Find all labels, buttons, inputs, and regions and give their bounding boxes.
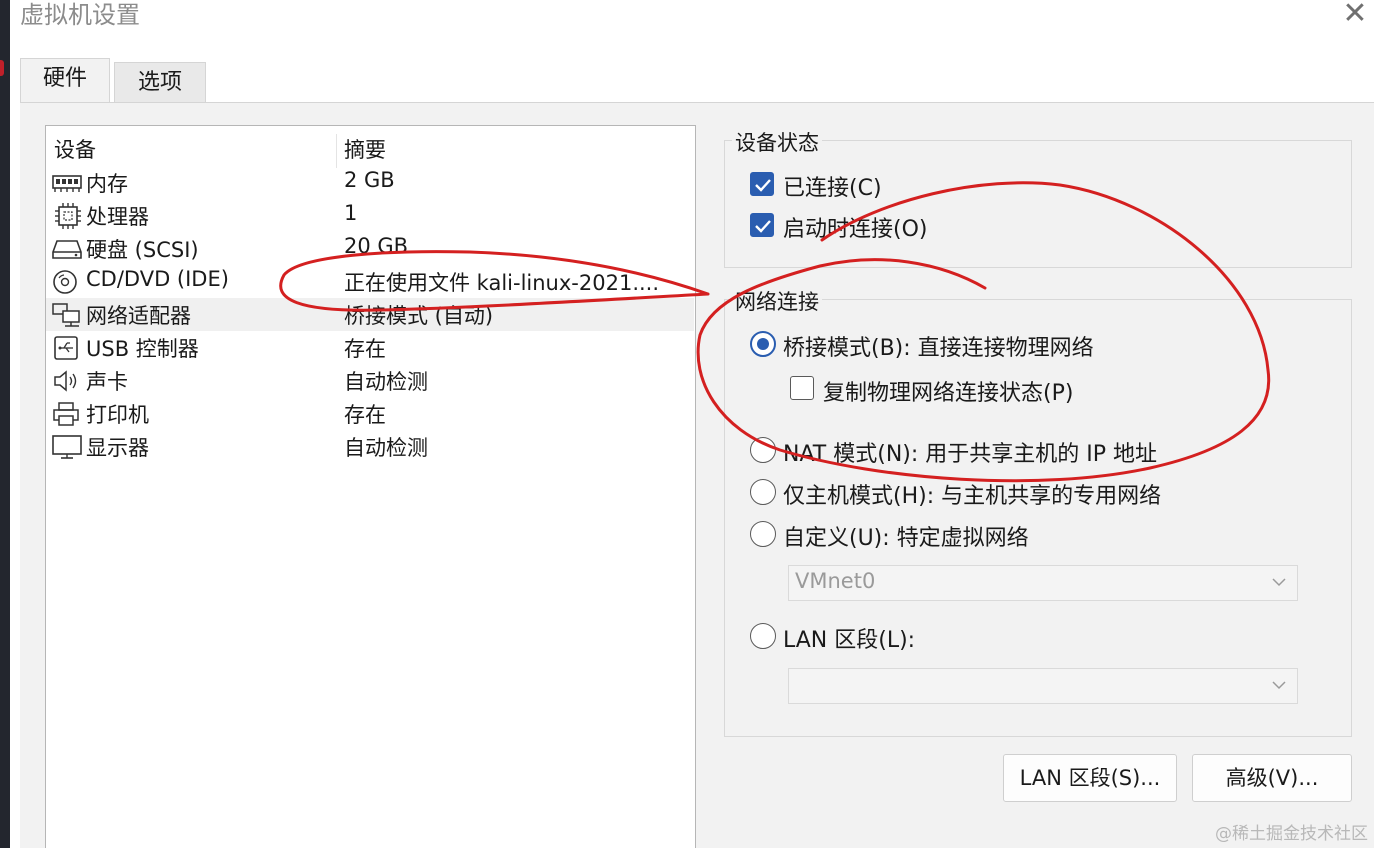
lan-segment-radio[interactable]: [750, 623, 776, 649]
edge-marker: [0, 60, 4, 76]
hard-disk-icon: [52, 240, 82, 259]
connect-at-power-on-checkbox[interactable]: [750, 213, 774, 237]
cd-dvd-icon: [53, 270, 77, 294]
processor-icon: [55, 203, 81, 229]
network-adapter-icon: [52, 303, 80, 327]
tab-options[interactable]: 选项: [114, 62, 206, 102]
nat-label[interactable]: NAT 模式(N): 用于共享主机的 IP 地址: [783, 436, 1157, 468]
device-name: 显示器: [86, 436, 149, 460]
device-name: 网络适配器: [86, 304, 191, 328]
bridged-radio[interactable]: [750, 331, 776, 357]
device-summary: 桥接模式 (自动): [344, 304, 494, 328]
column-header-summary[interactable]: 摘要: [344, 134, 386, 164]
device-summary: 正在使用文件 kali-linux-2021....: [344, 271, 660, 295]
device-row-memory[interactable]: 内存 2 GB: [46, 166, 694, 199]
tab-hardware[interactable]: 硬件: [20, 58, 110, 102]
device-row-display[interactable]: 显示器 自动检测: [46, 430, 694, 463]
device-name: 内存: [86, 172, 128, 196]
host-only-radio[interactable]: [750, 479, 776, 505]
host-only-label[interactable]: 仅主机模式(H): 与主机共享的专用网络: [783, 478, 1161, 510]
title-bar: 虚拟机设置 ✕: [10, 0, 1374, 38]
replicate-state-checkbox[interactable]: [790, 376, 814, 400]
device-status-title: 设备状态: [732, 127, 822, 157]
background-window-edge: [0, 0, 10, 848]
device-list[interactable]: 设备 摘要 内存 2 GB 处理器 1 硬盘 (SCSI) 20 GB CD/D…: [45, 125, 696, 848]
device-row-hard-disk[interactable]: 硬盘 (SCSI) 20 GB: [46, 232, 694, 265]
device-summary: 2 GB: [344, 168, 395, 192]
column-header-device[interactable]: 设备: [54, 134, 96, 164]
network-connection-title: 网络连接: [732, 286, 822, 316]
device-summary: 存在: [344, 403, 386, 427]
custom-network-select[interactable]: VMnet0: [788, 565, 1298, 601]
device-row-sound-card[interactable]: 声卡 自动检测: [46, 364, 694, 397]
printer-icon: [53, 402, 79, 426]
chevron-down-icon: [1272, 681, 1286, 690]
speaker-icon: [54, 370, 77, 392]
check-icon: [755, 179, 771, 192]
device-summary: 自动检测: [344, 370, 428, 394]
chevron-down-icon: [1272, 578, 1286, 587]
custom-radio[interactable]: [750, 521, 776, 547]
bridged-label[interactable]: 桥接模式(B): 直接连接物理网络: [783, 330, 1094, 362]
device-name: 打印机: [86, 403, 149, 427]
lan-segment-select[interactable]: [788, 668, 1298, 704]
device-summary: 1: [344, 201, 358, 225]
custom-label[interactable]: 自定义(U): 特定虚拟网络: [783, 520, 1029, 552]
connected-label[interactable]: 已连接(C): [783, 170, 882, 202]
column-separator[interactable]: [336, 134, 337, 168]
connect-at-power-on-label[interactable]: 启动时连接(O): [783, 211, 927, 243]
device-row-cd-dvd[interactable]: CD/DVD (IDE) 正在使用文件 kali-linux-2021....: [46, 265, 694, 298]
check-icon: [755, 220, 771, 233]
device-status-group: [724, 140, 1352, 268]
device-row-processor[interactable]: 处理器 1: [46, 199, 694, 232]
watermark: @稀土掘金技术社区: [1215, 824, 1368, 844]
monitor-icon: [52, 435, 82, 459]
device-name: 处理器: [86, 205, 149, 229]
vm-settings-window: 虚拟机设置 ✕ 硬件 选项 设备 摘要 内存 2 GB 处理器 1 硬盘 (SC…: [0, 0, 1374, 848]
device-row-usb-controller[interactable]: USB 控制器 存在: [46, 331, 694, 364]
lan-segments-button[interactable]: LAN 区段(S)...: [1003, 754, 1177, 802]
device-summary: 自动检测: [344, 436, 428, 460]
device-row-printer[interactable]: 打印机 存在: [46, 397, 694, 430]
connected-checkbox[interactable]: [750, 172, 774, 196]
device-name: 硬盘 (SCSI): [86, 238, 199, 262]
custom-network-value: VMnet0: [795, 569, 876, 593]
nat-radio[interactable]: [750, 437, 776, 463]
device-name: 声卡: [86, 370, 128, 394]
device-summary: 20 GB: [344, 234, 409, 258]
close-icon[interactable]: ✕: [1340, 0, 1370, 30]
device-name: USB 控制器: [86, 337, 199, 361]
replicate-state-label[interactable]: 复制物理网络连接状态(P): [823, 375, 1073, 407]
memory-icon: [52, 175, 82, 192]
device-name: CD/DVD (IDE): [86, 267, 229, 291]
device-summary: 存在: [344, 337, 386, 361]
window-title: 虚拟机设置: [20, 1, 140, 29]
usb-icon: [54, 336, 78, 360]
device-row-network-adapter[interactable]: 网络适配器 桥接模式 (自动): [46, 298, 694, 331]
lan-segment-label[interactable]: LAN 区段(L):: [783, 622, 915, 654]
advanced-button[interactable]: 高级(V)...: [1192, 754, 1352, 802]
tab-strip: 硬件 选项: [10, 38, 1374, 102]
device-list-header: 设备 摘要: [46, 130, 695, 168]
